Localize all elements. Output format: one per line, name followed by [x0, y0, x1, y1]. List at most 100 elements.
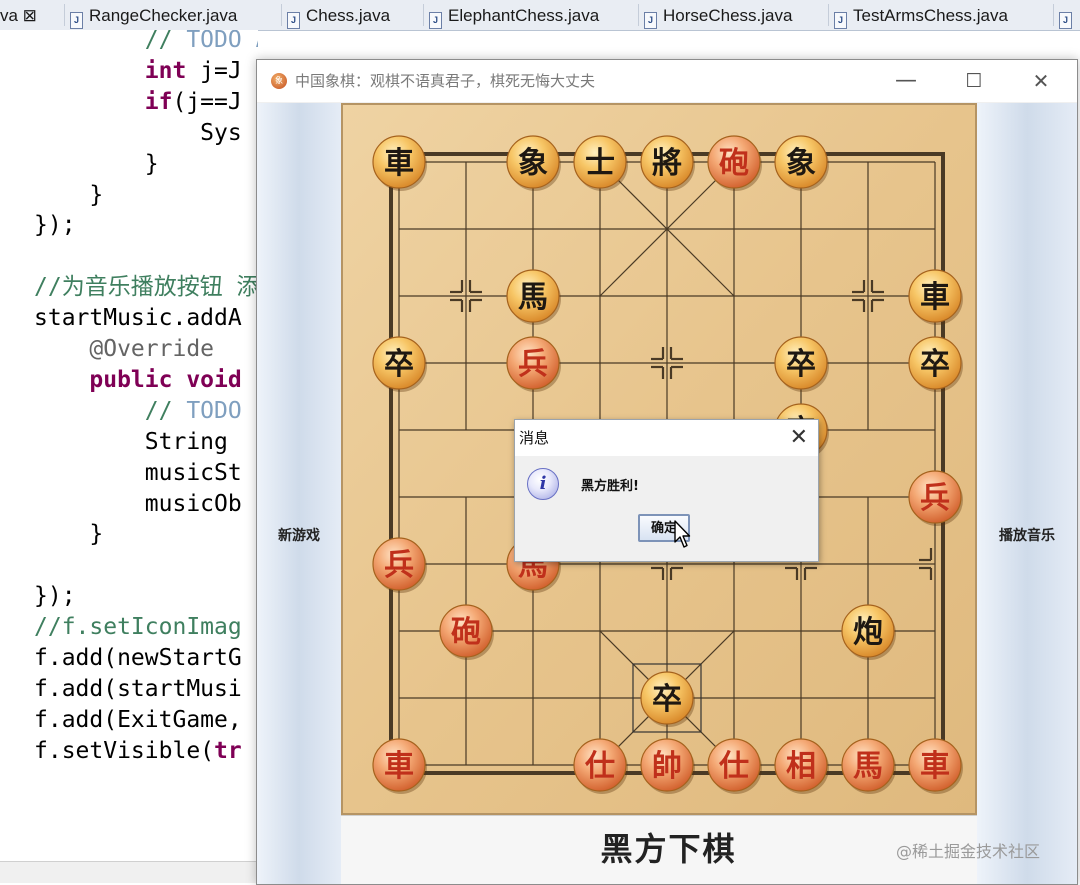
- code-token: if: [144, 88, 173, 115]
- code-line: });: [34, 581, 76, 611]
- code-token: startMusic.addA: [34, 305, 242, 332]
- minimize-button[interactable]: —: [877, 60, 935, 102]
- code-token: musicOb: [144, 490, 242, 517]
- code-line: int j=J: [34, 56, 242, 86]
- editor-tab[interactable]: J: [1059, 0, 1078, 30]
- java-file-icon: J: [834, 12, 847, 29]
- piece-label: 兵: [384, 548, 414, 583]
- code-token: j=J: [186, 57, 242, 84]
- piece-label: 炮: [853, 615, 883, 650]
- code-line: startMusic.addA: [34, 303, 242, 333]
- left-side-panel: 新游戏: [257, 103, 341, 884]
- horizontal-scrollbar[interactable]: [0, 861, 258, 883]
- editor-tab[interactable]: J RangeChecker.java: [70, 0, 237, 30]
- piece-label: 仕: [718, 749, 749, 784]
- dialog-close-button[interactable]: ✕: [790, 420, 808, 456]
- watermark: @稀土掘金技术社区: [896, 842, 1041, 861]
- piece-label: 卒: [384, 347, 414, 382]
- piece-label: 兵: [920, 481, 950, 516]
- code-line: Sys: [34, 118, 242, 148]
- code-line: @Override: [34, 334, 214, 364]
- tab-separator: [64, 4, 65, 26]
- editor-tab-label: Chess.java: [306, 6, 391, 25]
- code-token: (j==J: [172, 88, 242, 115]
- piece-label: 砲: [719, 146, 749, 181]
- right-side-panel: 播放音乐: [977, 103, 1077, 884]
- code-token: });: [34, 212, 76, 239]
- code-line: }: [34, 149, 159, 179]
- piece-label: 士: [585, 146, 615, 181]
- new-game-button[interactable]: 新游戏: [257, 525, 341, 545]
- piece-label: 兵: [518, 347, 548, 382]
- piece-label: 仕: [584, 749, 615, 784]
- piece-label: 帥: [652, 749, 682, 784]
- tab-separator: [423, 4, 424, 26]
- tab-separator: [828, 4, 829, 26]
- window-title: 中国象棋：观棋不语真君子，棋死无悔大丈夫: [295, 72, 596, 90]
- tab-separator: [281, 4, 282, 26]
- piece-label: 將: [652, 146, 682, 181]
- code-line: f.add(startMusi: [34, 674, 242, 704]
- code-line: String: [34, 427, 228, 457]
- code-line: // TODO Auto-generated method stub: [34, 30, 258, 55]
- code-token: tr: [214, 737, 242, 764]
- piece-label: 車: [920, 280, 950, 315]
- code-token: }: [89, 181, 104, 208]
- piece-label: 馬: [853, 749, 883, 784]
- code-token: f.add(startMusi: [34, 675, 242, 702]
- code-line: if(j==J: [34, 87, 242, 117]
- java-file-icon: J: [1059, 12, 1072, 29]
- editor-tab[interactable]: J TestArmsChess.java: [834, 0, 1008, 30]
- mouse-cursor-icon: [674, 520, 691, 548]
- code-line: musicSt: [34, 458, 242, 488]
- code-token: TODO: [186, 397, 242, 424]
- code-token: @Override: [89, 336, 215, 362]
- code-token: TODO Auto-generated method stub: [186, 30, 258, 53]
- piece-label: 車: [384, 749, 414, 784]
- editor-tab[interactable]: J ElephantChess.java: [429, 0, 599, 30]
- editor-tab-label: HorseChess.java: [663, 6, 793, 25]
- code-line: f.add(ExitGame,: [34, 705, 242, 735]
- code-line: //为音乐播放按钮 添加: [34, 272, 258, 302]
- editor-tab[interactable]: J Chess.java: [287, 0, 390, 30]
- piece-label: 車: [920, 749, 950, 784]
- tab-separator: [638, 4, 639, 26]
- play-music-button[interactable]: 播放音乐: [977, 525, 1077, 545]
- code-token: });: [34, 583, 76, 610]
- piece-label: 象: [518, 146, 548, 181]
- tab-separator: [1053, 4, 1054, 26]
- code-line: f.add(newStartG: [34, 643, 242, 673]
- close-window-button[interactable]: ✕: [1012, 60, 1070, 102]
- piece-label: 砲: [451, 615, 481, 650]
- piece-label: 卒: [920, 347, 950, 382]
- editor-tab[interactable]: va ⊠: [0, 0, 37, 30]
- piece-label: 卒: [652, 682, 682, 717]
- code-line: //f.setIconImag: [34, 612, 242, 642]
- code-token: String: [144, 428, 228, 455]
- editor-tab[interactable]: J HorseChess.java: [644, 0, 792, 30]
- chess-app-icon: 象: [271, 73, 287, 89]
- code-line: }: [34, 180, 103, 210]
- code-token: //f.setIconImag: [34, 614, 242, 641]
- code-line: // TODO: [34, 396, 242, 426]
- editor-tab-label: ElephantChess.java: [448, 6, 600, 25]
- window-title-bar[interactable]: 象 中国象棋：观棋不语真君子，棋死无悔大丈夫 — ☐ ✕: [257, 60, 1077, 102]
- maximize-button[interactable]: ☐: [945, 60, 1003, 102]
- code-token: int: [144, 57, 187, 84]
- editor-tab-label: va ⊠: [0, 6, 37, 25]
- dialog-title: 消息: [519, 429, 550, 447]
- code-token: f.add(newStartG: [34, 645, 242, 671]
- code-token: }: [144, 150, 159, 177]
- code-line: }: [34, 519, 103, 549]
- dialog-message: 黑方胜利!: [581, 479, 639, 494]
- code-token: public void: [89, 366, 242, 393]
- code-token: musicSt: [144, 459, 242, 486]
- code-token: f.setVisible(: [34, 737, 215, 764]
- status-bar: 黑方下棋: [341, 815, 977, 884]
- code-line: f.setVisible(tr: [34, 736, 242, 766]
- code-editor[interactable]: // TODO Auto-generated method stub int j…: [0, 30, 258, 883]
- java-file-icon: J: [70, 12, 83, 29]
- java-file-icon: J: [287, 12, 300, 29]
- message-dialog: 消息 ✕ i 黑方胜利! 确定: [514, 419, 819, 562]
- dialog-title-bar[interactable]: 消息 ✕: [515, 420, 818, 456]
